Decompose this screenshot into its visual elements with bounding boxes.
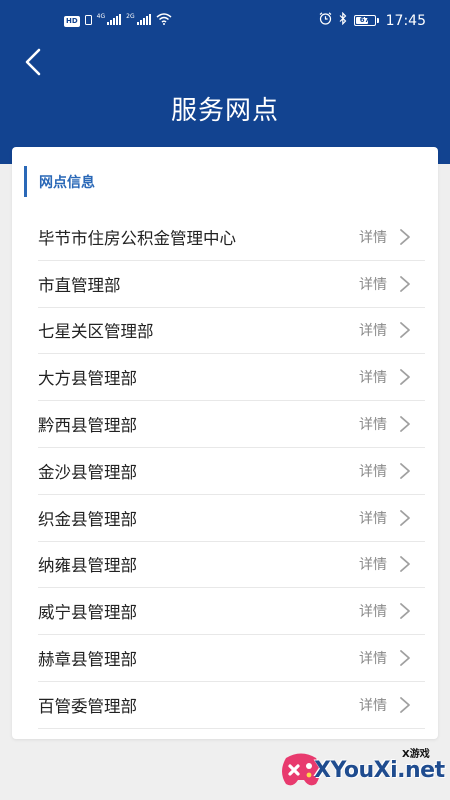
branch-name: 市直管理部 [38,275,121,295]
list-item[interactable]: 七星关区管理部 详情 [38,308,425,355]
branch-name: 大方县管理部 [38,369,137,389]
section-header: 网点信息 [24,166,95,197]
battery-level-text: 67 [359,16,370,24]
bluetooth-icon [339,11,347,29]
watermark: X游戏 XYouXi.net [268,742,446,796]
branch-name: 威宁县管理部 [38,603,137,623]
detail-link[interactable]: 详情 [359,274,387,294]
sim-icon [84,14,92,29]
signal-icon-2 [136,13,151,29]
watermark-main-text: XYouXi.net [314,758,445,783]
branch-name: 纳雍县管理部 [38,556,137,576]
chevron-right-icon [400,228,410,245]
detail-link[interactable]: 详情 [359,461,387,481]
detail-link[interactable]: 详情 [359,414,387,434]
detail-link[interactable]: 详情 [359,695,387,715]
list-item[interactable]: 黔西县管理部 详情 [38,401,425,448]
branch-name: 百管委管理部 [38,696,137,716]
hd-badge: HD [64,15,80,27]
status-right: 67 17:45 [319,11,426,29]
detail-link[interactable]: 详情 [359,554,387,574]
detail-link[interactable]: 详情 [359,508,387,528]
chevron-right-icon [400,322,410,339]
section-accent-bar [24,166,27,197]
list-item[interactable]: 百管委管理部 详情 [38,682,425,729]
detail-link[interactable]: 详情 [359,601,387,621]
battery-body: 67 [353,15,376,26]
battery-icon: 67 [353,15,379,26]
branch-name: 七星关区管理部 [38,322,154,342]
status-left: HD 4G 2G [64,13,172,29]
network-type-label: 4G [96,13,106,20]
chevron-right-icon [400,696,410,713]
header-bar: HD 4G 2G 67 17:45 服务网点 [0,0,450,164]
chevron-right-icon [400,650,410,666]
detail-link[interactable]: 详情 [359,227,387,247]
chevron-right-icon [400,275,410,292]
branch-name: 金沙县管理部 [38,462,137,482]
branch-list: 毕节市住房公积金管理中心 详情 市直管理部 详情 七星关区管理部 详情 大方县管理部 详情 黔西… [12,214,438,729]
list-item[interactable]: 赫章县管理部 详情 [38,635,425,682]
detail-link[interactable]: 详情 [359,367,387,387]
branch-name: 织金县管理部 [38,509,137,529]
signal-icon [107,13,122,29]
list-item[interactable]: 金沙县管理部 详情 [38,448,425,495]
status-bar: HD 4G 2G 67 17:45 [0,0,450,40]
detail-link[interactable]: 详情 [359,320,387,340]
back-button[interactable] [18,44,50,80]
chevron-right-icon [400,416,410,432]
list-item[interactable]: 市直管理部 详情 [38,261,425,308]
detail-link[interactable]: 详情 [359,648,387,668]
battery-tip [376,18,379,23]
branch-list-card: 网点信息 毕节市住房公积金管理中心 详情 市直管理部 详情 七星关区管理部 详情 大方县管理… [12,147,438,739]
list-item[interactable]: 毕节市住房公积金管理中心 详情 [38,214,425,261]
branch-name: 毕节市住房公积金管理中心 [38,228,236,248]
chevron-left-icon [25,48,41,76]
chevron-right-icon [400,462,410,479]
chevron-right-icon [400,556,410,573]
list-item[interactable]: 纳雍县管理部 详情 [38,542,425,589]
chevron-right-icon [400,603,410,620]
list-item[interactable]: 织金县管理部 详情 [38,495,425,542]
list-item[interactable]: 威宁县管理部 详情 [38,588,425,636]
branch-name: 黔西县管理部 [38,416,137,436]
section-title: 网点信息 [39,174,95,191]
chevron-right-icon [400,369,410,386]
chevron-right-icon [400,509,410,526]
network-type-label-2: 2G [126,13,135,20]
branch-name: 赫章县管理部 [38,650,137,670]
wifi-icon [156,13,172,29]
status-clock: 17:45 [385,12,426,29]
page-title: 服务网点 [170,96,279,126]
alarm-icon [319,12,332,29]
list-item[interactable]: 大方县管理部 详情 [38,354,425,402]
